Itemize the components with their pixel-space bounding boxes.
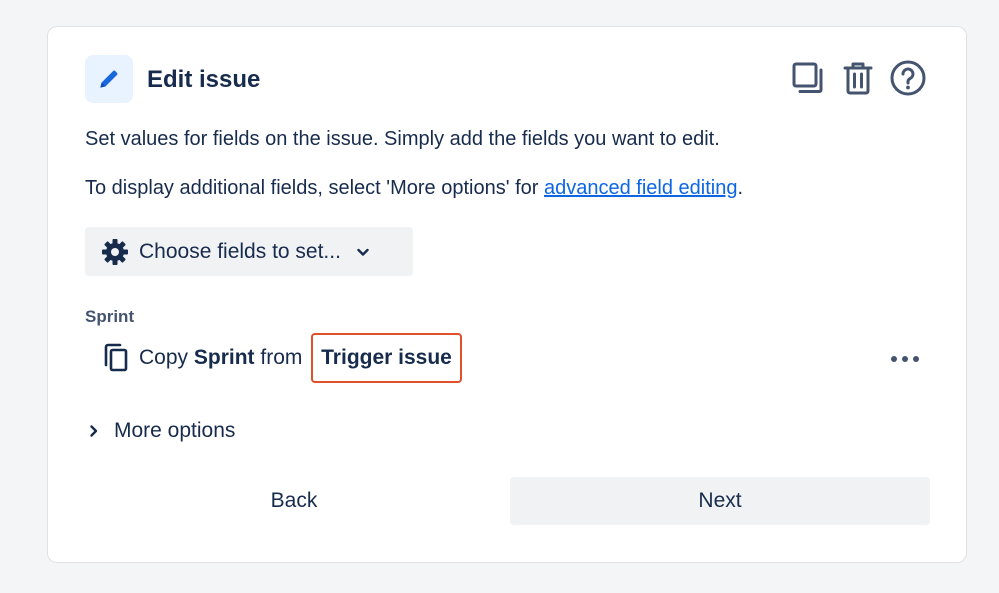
more-options-toggle[interactable]: More options [88, 419, 235, 443]
header-actions [790, 59, 926, 97]
chevron-down-icon [355, 244, 371, 260]
edit-issue-card: Edit issue Set values for fields on the … [47, 26, 967, 563]
trash-icon [842, 60, 874, 96]
delete-button[interactable] [840, 59, 876, 97]
source-trigger-issue[interactable]: Trigger issue [311, 333, 462, 383]
choose-fields-label: Choose fields to set... [139, 239, 341, 263]
copy-icon [103, 343, 129, 373]
description-line-2-suffix: . [737, 177, 744, 199]
gear-icon [101, 238, 129, 266]
sprint-copy-row: Copy Sprint from [103, 343, 302, 373]
duplicate-icon [791, 61, 825, 95]
back-button[interactable]: Back [85, 477, 503, 525]
more-actions-button[interactable] [888, 347, 922, 371]
copied-field-name: Sprint [193, 346, 255, 369]
description-line-2-prefix: To display additional fields, select 'Mo… [85, 177, 544, 199]
choose-fields-button[interactable]: Choose fields to set... [85, 227, 413, 276]
help-button[interactable] [890, 59, 926, 97]
pencil-icon [96, 66, 122, 92]
sprint-field-label: Sprint [85, 307, 135, 326]
help-icon [889, 59, 927, 97]
more-options-label: More options [114, 419, 236, 442]
advanced-field-editing-link[interactable]: advanced field editing [544, 177, 737, 199]
edit-issue-icon-box [85, 55, 133, 103]
chevron-right-icon [88, 423, 100, 439]
from-word: from [260, 346, 303, 369]
more-horizontal-icon [890, 355, 920, 363]
description-line-1: Set values for fields on the issue. Simp… [85, 128, 720, 150]
copy-word: Copy [139, 346, 189, 369]
description-line-2: To display additional fields, select 'Mo… [85, 177, 743, 200]
page-title: Edit issue [147, 66, 261, 93]
duplicate-button[interactable] [790, 59, 826, 97]
next-button[interactable]: Next [510, 477, 930, 525]
